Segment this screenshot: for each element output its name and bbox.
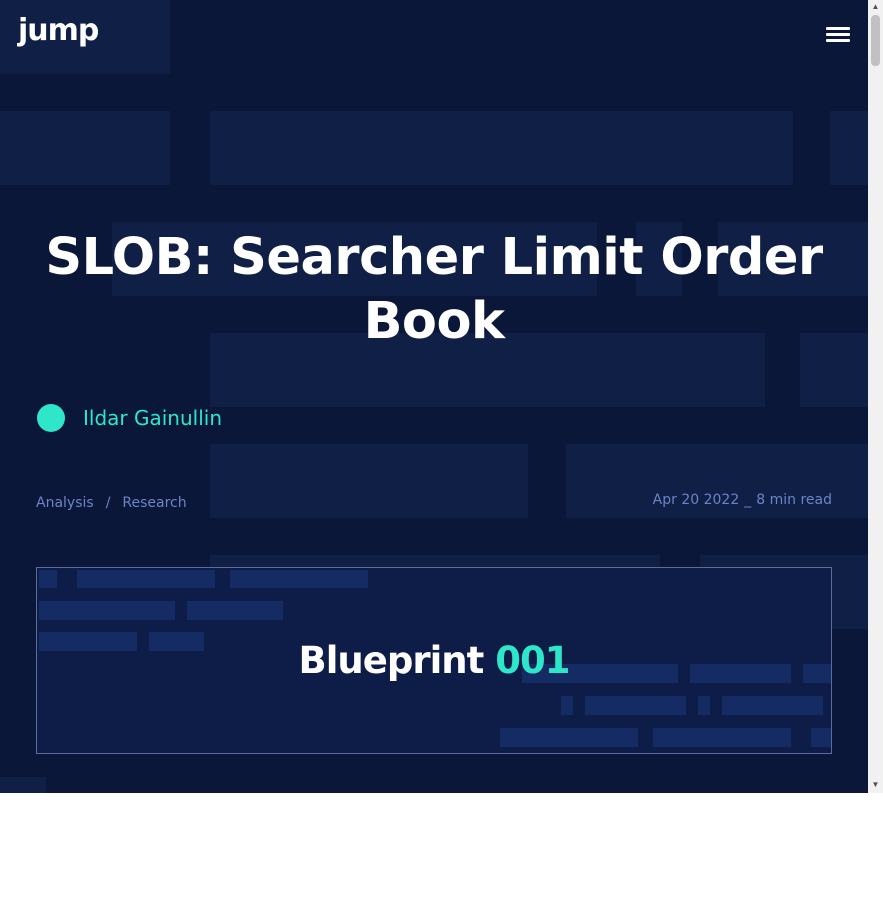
read-time: 8 min read: [756, 492, 832, 508]
banner-tile: [722, 696, 823, 715]
background-block: [210, 111, 793, 185]
banner-tile: [77, 570, 215, 588]
scroll-down-arrow-icon[interactable]: ▼: [868, 778, 883, 792]
background-block: [0, 777, 46, 793]
banner-tile: [230, 570, 368, 588]
vertical-scrollbar[interactable]: ▲ ▼: [868, 0, 883, 793]
banner-heading: Blueprint 001: [37, 638, 831, 684]
banner-word: Blueprint: [298, 639, 485, 682]
banner-tile: [585, 696, 686, 715]
hamburger-menu-button[interactable]: [820, 22, 856, 48]
page-viewport: jump SLOB: Searcher Limit Order Book Ild…: [0, 0, 868, 793]
publish-date: Apr 20 2022: [652, 492, 740, 508]
scroll-up-arrow-icon[interactable]: ▲: [868, 0, 883, 14]
banner-tile: [39, 570, 57, 588]
author-name: Ildar Gainullin: [83, 406, 222, 430]
scrollbar-thumb[interactable]: [871, 15, 880, 66]
banner-tile: [187, 601, 283, 620]
category-link-analysis[interactable]: Analysis: [36, 495, 94, 511]
author-avatar: [37, 404, 65, 432]
category-breadcrumb: Analysis / Research: [36, 495, 187, 511]
background-block: [210, 444, 528, 518]
banner-tile: [811, 728, 831, 747]
banner-tile: [39, 601, 175, 620]
banner-tile: [698, 696, 710, 715]
banner-number: 001: [495, 639, 570, 682]
article-banner-image: Blueprint 001: [36, 567, 832, 754]
background-block: [830, 111, 868, 185]
author-link[interactable]: Ildar Gainullin: [36, 402, 222, 434]
category-link-research[interactable]: Research: [122, 495, 186, 511]
banner-tile: [500, 728, 638, 747]
background-block: [0, 111, 170, 185]
meta-separator: _: [744, 492, 752, 508]
banner-tile: [561, 696, 573, 715]
banner-tile: [653, 728, 791, 747]
article-meta: Apr 20 2022 _ 8 min read: [653, 492, 832, 508]
breadcrumb-separator: /: [105, 495, 111, 511]
jump-logo[interactable]: jump: [18, 13, 99, 49]
article-title: SLOB: Searcher Limit Order Book: [45, 228, 823, 351]
